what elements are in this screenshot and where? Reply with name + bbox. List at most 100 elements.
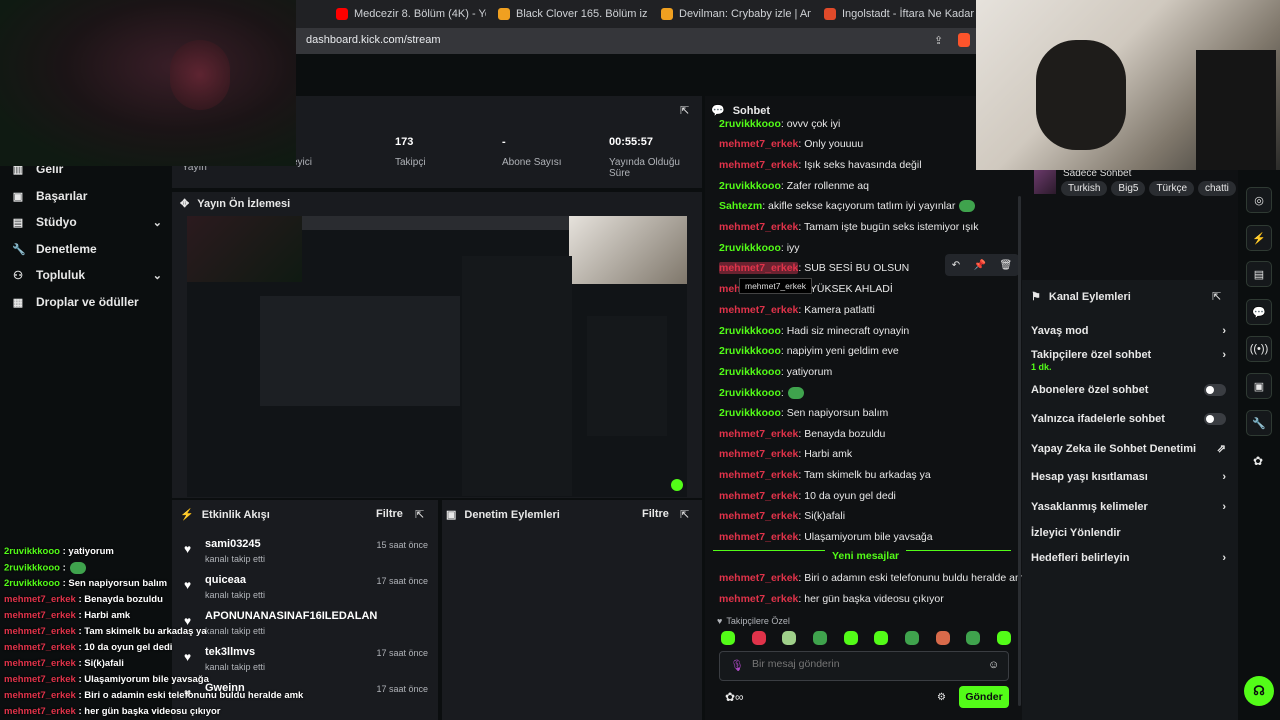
emote-icon[interactable] — [751, 631, 766, 645]
moderation-filter-button[interactable]: Filtre — [642, 508, 669, 520]
chat-text: : yatiyorum — [780, 366, 833, 378]
browser-tab[interactable]: Black Clover 165. Bölüm izle | Anizm — [498, 4, 648, 24]
clip-button[interactable]: ◎ — [1246, 187, 1272, 213]
chat-message: mehmet7_erkek: Tam skimelk bu arkadaş ya — [719, 469, 931, 481]
browser-tab[interactable]: Ingolstadt - İftara Ne Kadar Kaldı - S..… — [824, 4, 974, 24]
tag-chip[interactable]: chatti — [1198, 181, 1236, 196]
activity-username[interactable]: APONUNANASINAF16ILEDALAN — [205, 610, 377, 622]
action-subs-only[interactable]: Abonelere özel sohbet — [1031, 384, 1226, 396]
tools-button[interactable]: 🔧 — [1246, 410, 1272, 436]
chat-message-input[interactable] — [752, 658, 982, 670]
chat-username[interactable]: 2ruvikkkooo — [719, 180, 781, 192]
chat-username[interactable]: mehmet7_erkek — [719, 448, 798, 460]
emote-icon[interactable] — [966, 631, 981, 645]
activity-username[interactable]: sami03245 — [205, 538, 261, 550]
emotes-only-toggle[interactable] — [1204, 413, 1226, 425]
more-icon[interactable]: ✿ — [1253, 454, 1263, 468]
channel-actions-body — [1022, 280, 1238, 720]
action-account-age[interactable]: Hesap yaşı kısıtlaması › — [1031, 471, 1226, 483]
microphone-icon[interactable]: 🎙 — [730, 659, 744, 672]
expand-icon[interactable]: ⇱ — [415, 508, 424, 521]
url-text[interactable]: dashboard.kick.com/stream — [306, 34, 441, 46]
support-button[interactable]: ☊ — [1244, 676, 1274, 706]
chat-username[interactable]: 2ruvikkkooo — [719, 387, 781, 399]
chat-message: mehmet7_erkek: Işık seks havasında değil — [719, 159, 922, 171]
browser-tab[interactable]: Medcezir 8. Bölüm (4K) - YouTube — [336, 4, 486, 24]
emote-icon[interactable] — [782, 631, 797, 645]
chat-username[interactable]: mehmet7_erkek — [719, 510, 798, 522]
notes-button[interactable]: ▤ — [1246, 261, 1272, 287]
nav-item-studyo[interactable]: ▤ Stüdyo ⌄ — [12, 215, 162, 229]
tag-chip[interactable]: Turkish — [1061, 181, 1108, 196]
pin-icon[interactable]: 📌 — [974, 260, 986, 271]
send-button[interactable]: Gönder — [959, 686, 1009, 708]
chat-username[interactable]: mehmet7_erkek — [719, 428, 798, 440]
tag-chip[interactable]: Türkçe — [1149, 181, 1194, 196]
chat-username[interactable]: 2ruvikkkooo — [719, 366, 781, 378]
external-link-icon: ⇗ — [1216, 443, 1226, 455]
chat-username[interactable]: mehmet7_erkek — [719, 138, 798, 150]
browser-tab[interactable]: Devilman: Crybaby izle | Anizm — [661, 4, 811, 24]
action-raid[interactable]: İzleyici Yönlendir — [1031, 527, 1226, 539]
overlay-username: mehmet7_erkek — [4, 690, 76, 701]
share-icon[interactable]: ⇪ — [934, 34, 943, 47]
chat-username[interactable]: 2ruvikkkooo — [719, 407, 781, 419]
activity-username[interactable]: quiceaa — [205, 574, 246, 586]
emote-icon[interactable] — [874, 631, 889, 645]
settings-gear-icon[interactable]: ⚙ — [937, 692, 946, 703]
chat-username[interactable]: mehmet7_erkek — [719, 159, 798, 171]
trash-icon[interactable]: 🗑 — [1000, 260, 1013, 271]
action-banned-words[interactable]: Yasaklanmış kelimeler › — [1031, 501, 1226, 513]
layout-button[interactable]: ▣ — [1246, 373, 1272, 399]
chat-username[interactable]: 2ruvikkkooo — [719, 118, 781, 130]
nav-item-topluluk[interactable]: ⚇ Topluluk ⌄ — [12, 268, 162, 282]
emoji-icon[interactable]: ☺ — [988, 659, 999, 671]
action-followers-only[interactable]: Takipçilere özel sohbet › — [1031, 349, 1226, 361]
activity-username[interactable]: tek3llmvs — [205, 646, 255, 658]
action-slow-mode[interactable]: Yavaş mod › — [1031, 325, 1226, 337]
emote-icon[interactable] — [721, 631, 735, 645]
boost-button[interactable]: ⚡ — [1246, 225, 1272, 251]
chat-username[interactable]: 2ruvikkkooo — [719, 242, 781, 254]
nav-item-droplar[interactable]: ▦ Droplar ve ödüller — [12, 295, 162, 309]
reply-icon[interactable]: ↶ — [952, 260, 960, 271]
stream-preview-video[interactable] — [187, 216, 687, 497]
broadcast-button[interactable]: ((•)) — [1246, 336, 1272, 362]
nav-item-basarilar[interactable]: ▣ Başarılar — [12, 189, 162, 203]
emote-icon[interactable] — [904, 631, 919, 645]
chat-username[interactable]: mehmet7_erkek — [719, 262, 799, 274]
chat-username[interactable]: mehmet7_erkek — [719, 304, 798, 316]
action-emotes-only[interactable]: Yalnızca ifadelerle sohbet — [1031, 413, 1226, 425]
chat-username[interactable]: mehmet7_erkek — [719, 221, 798, 233]
emote-icon[interactable] — [843, 631, 858, 645]
chat-button[interactable]: 💬 — [1246, 299, 1272, 325]
expand-icon[interactable]: ⇱ — [1212, 290, 1221, 303]
chat-username[interactable]: mehmet7_erkek — [719, 490, 798, 502]
tag-chip[interactable]: Big5 — [1111, 181, 1146, 196]
nav-item-denetleme[interactable]: 🔧 Denetleme — [12, 242, 162, 256]
emote-icon[interactable] — [812, 631, 827, 645]
action-ai-moderation[interactable]: Yapay Zeka ile Sohbet Denetimi ⇗ — [1031, 442, 1226, 456]
chat-scrollbar[interactable] — [1018, 196, 1021, 706]
chat-username[interactable]: mehmet7_erkek — [719, 572, 798, 584]
chat-username[interactable]: mehmet7_erkek — [719, 469, 798, 481]
chat-username[interactable]: mehmet7_erkek — [719, 531, 798, 543]
heart-icon: ♥ — [717, 616, 723, 626]
emote-icon[interactable] — [935, 631, 950, 645]
chat-text: : ovvv çok iyi — [780, 118, 841, 130]
chat-username[interactable]: 2ruvikkkooo — [719, 345, 781, 357]
overlay-text: : Sen napiyorsun balım — [59, 578, 168, 589]
expand-icon[interactable]: ⇱ — [680, 508, 689, 521]
subs-only-toggle[interactable] — [1204, 384, 1226, 396]
chat-input-box[interactable]: 🎙 ☺ — [719, 651, 1009, 681]
kick-logo-icon[interactable]: ✿∞ — [725, 690, 744, 704]
chat-username[interactable]: 2ruvikkkooo — [719, 325, 781, 337]
action-goals[interactable]: Hedefleri belirleyin › — [1031, 552, 1226, 564]
expand-icon[interactable]: ⇱ — [680, 104, 689, 117]
chat-username[interactable]: mehmet7_erkek — [719, 593, 798, 605]
activity-filter-button[interactable]: Filtre — [376, 508, 403, 520]
action-label: Hesap yaşı kısıtlaması — [1031, 471, 1148, 483]
emote-icon[interactable] — [996, 631, 1011, 645]
brave-shield-icon[interactable] — [958, 33, 970, 47]
chat-username[interactable]: Sahtezm — [719, 200, 762, 212]
